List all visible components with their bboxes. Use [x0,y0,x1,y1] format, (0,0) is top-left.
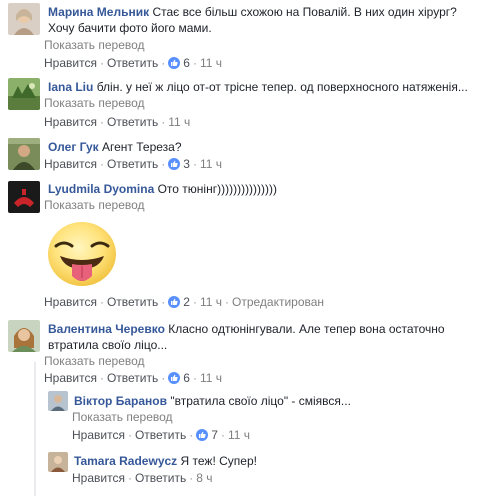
avatar[interactable] [8,3,40,35]
comment-text: "втратила своїо ліцо" - сміявся... [170,394,351,408]
avatar[interactable] [8,181,40,213]
translate-link[interactable]: Показать перевод [44,95,145,111]
timestamp[interactable]: 11 ч [168,115,190,129]
thumbs-up-icon [168,57,181,69]
timestamp[interactable]: 8 ч [196,471,212,485]
timestamp[interactable]: 11 ч [200,371,222,385]
translate-link[interactable]: Показать перевод [44,197,145,213]
comment-actions: Нравится · Ответить · 8 ч [72,471,213,485]
author-name[interactable]: Tamara Radewycz [74,454,177,468]
author-name[interactable]: Віктор Баранов [74,394,167,408]
comment-text: Стає все більш схожою на Повалій. В них … [152,5,457,19]
author-name[interactable]: Iana Liu [48,80,93,94]
reply-link[interactable]: Ответить [107,371,158,385]
reply-link[interactable]: Ответить [107,295,158,309]
comment-text: Класно одтюнінгували. Але тепер вона ост… [168,322,445,336]
like-link[interactable]: Нравится [44,295,97,309]
comment-text-line2: Хочу бачити фото його мами. [48,21,212,35]
comment-text: блін. у неї ж ліцо от-от трісне тепер. о… [96,80,468,94]
like-link[interactable]: Нравится [44,371,97,385]
avatar[interactable] [8,78,40,110]
timestamp[interactable]: 11 ч [200,56,222,70]
author-name[interactable]: Валентина Черевко [48,322,165,336]
comment-actions: Нравится · Ответить · 7 · 11 ч [72,428,250,442]
avatar[interactable] [8,320,40,352]
reply-thread-line [34,362,36,496]
reply-link[interactable]: Ответить [107,157,158,171]
like-link[interactable]: Нравится [44,56,97,70]
like-link[interactable]: Нравится [44,157,97,171]
timestamp[interactable]: 11 ч [200,157,222,171]
reply-link[interactable]: Ответить [135,428,186,442]
avatar[interactable] [48,452,68,472]
comment-actions: Нравится · Ответить · 3 · 11 ч [44,157,222,171]
comment-text: Я теж! Супер! [180,454,257,468]
tongue-emoji-sticker [46,220,118,288]
translate-link[interactable]: Показать перевод [44,37,145,53]
thumbs-up-icon [168,372,181,384]
comment-text-line2: втратила своїо ліцо... [48,338,168,352]
edited-label[interactable]: Отредактирован [232,295,324,309]
like-count[interactable]: 3 [183,157,190,171]
reply-link[interactable]: Ответить [135,471,186,485]
reply-link[interactable]: Ответить [107,115,158,129]
translate-link[interactable]: Показать перевод [44,353,145,369]
like-count[interactable]: 6 [183,56,190,70]
comment-actions: Нравится · Ответить · 2 · 11 ч · Отредактирован [44,295,325,309]
author-name[interactable]: Lyudmila Dyomina [48,182,154,196]
timestamp[interactable]: 11 ч [228,428,250,442]
like-count[interactable]: 6 [183,371,190,385]
like-link[interactable]: Нравится [44,115,97,129]
translate-link[interactable]: Показать перевод [72,409,173,425]
comment-text: Ото тюнінг))))))))))))))) [157,182,278,196]
avatar[interactable] [8,138,40,170]
comment-actions: Нравится · Ответить · 11 ч [44,115,191,129]
like-count[interactable]: 7 [211,428,218,442]
timestamp[interactable]: 11 ч [200,295,222,309]
like-link[interactable]: Нравится [72,471,125,485]
like-count[interactable]: 2 [183,295,190,309]
comment-actions: Нравится · Ответить · 6 · 11 ч [44,56,222,70]
comment-text: Агент Тереза? [102,140,182,154]
thumbs-up-icon [168,158,181,170]
thumbs-up-icon [168,296,181,308]
reply-link[interactable]: Ответить [107,56,158,70]
author-name[interactable]: Марина Мельник [48,5,149,19]
thumbs-up-icon [196,429,209,441]
comment-actions: Нравится · Ответить · 6 · 11 ч [44,371,222,385]
like-link[interactable]: Нравится [72,428,125,442]
author-name[interactable]: Олег Гук [48,140,99,154]
avatar[interactable] [48,391,68,411]
